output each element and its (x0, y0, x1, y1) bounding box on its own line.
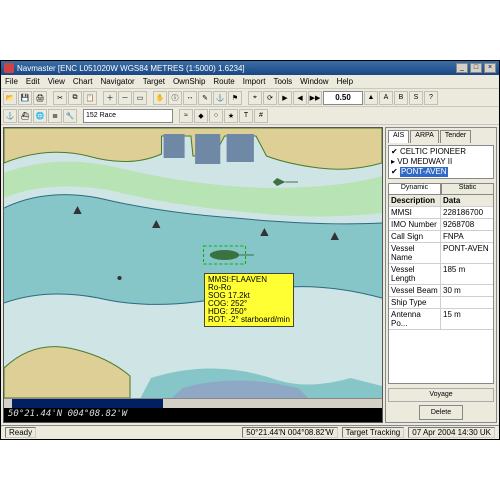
status-mode: Target Tracking (342, 427, 405, 438)
prev-icon[interactable]: ◀ (293, 91, 307, 105)
zoomout-icon[interactable]: － (118, 91, 132, 105)
grid-icon[interactable]: # (254, 109, 268, 123)
delete-button[interactable]: Delete (419, 405, 463, 420)
menu-import[interactable]: Import (243, 77, 266, 86)
maximize-button[interactable]: □ (470, 63, 482, 73)
close-button[interactable]: × (484, 63, 496, 73)
list-item: ✔ PONT-AVEN (391, 167, 491, 177)
nautical-chart (4, 128, 382, 398)
chart-scroll-h[interactable] (4, 398, 382, 408)
beacon-icon[interactable]: ◆ (194, 109, 208, 123)
cut-icon[interactable]: ✂ (53, 91, 67, 105)
minimize-button[interactable]: _ (456, 63, 468, 73)
toggleb-icon[interactable]: B (394, 91, 408, 105)
zoomwin-icon[interactable]: ▭ (133, 91, 147, 105)
buoy-icon[interactable]: ○ (209, 109, 223, 123)
status-pos: 50°21.44'N 004°08.82'W (242, 427, 337, 438)
togglea-icon[interactable]: A (379, 91, 393, 105)
layers-icon[interactable]: ≣ (48, 109, 62, 123)
menu-window[interactable]: Window (300, 77, 328, 86)
scaleup-icon[interactable]: ▲ (364, 91, 378, 105)
depth-icon[interactable]: ≈ (179, 109, 193, 123)
text-icon[interactable]: T (239, 109, 253, 123)
ship-icon[interactable]: ⛴ (18, 109, 32, 123)
menu-ownship[interactable]: OwnShip (173, 77, 205, 86)
coord-readout: 50°21.44'N 004°08.82'W (4, 408, 382, 422)
flag-icon[interactable]: ⚑ (228, 91, 242, 105)
list-item: ▸ VD MEDWAY II (391, 157, 491, 167)
toolbar-1: 📂 💾 🖨 ✂ ⧉ 📋 ＋ － ▭ ✋ ⓘ ↔ ✎ ⚓ ⚑ ⌖ ⟳ ▶ ◀ ▶▶… (1, 89, 499, 107)
open-icon[interactable]: 📂 (3, 91, 17, 105)
menu-tools[interactable]: Tools (273, 77, 292, 86)
status-bar: Ready 50°21.44'N 004°08.82'W Target Trac… (1, 425, 499, 439)
panel-tabs: AIS ARPA Tender (388, 130, 494, 143)
menu-navigator[interactable]: Navigator (100, 77, 134, 86)
toolbar-2: ⚓ ⛴ 🌐 ≣ 🔧 152 Race ≈ ◆ ○ ★ T # (1, 107, 499, 125)
target-panel: AIS ARPA Tender ✔ CELTIC PIONEER ▸ VD ME… (385, 127, 497, 423)
toggles-icon[interactable]: S (409, 91, 423, 105)
grid-hdr-data: Data (441, 195, 493, 206)
globe-icon[interactable]: 🌐 (33, 109, 47, 123)
chart-canvas[interactable]: MMSI:FLAAVEN Ro-Ro SOG 17.2kt COG: 252° … (4, 128, 382, 398)
target-list[interactable]: ✔ CELTIC PIONEER ▸ VD MEDWAY II ✔ PONT-A… (388, 145, 494, 179)
app-window: Navmaster [ENC L051020W WGS84 METRES (1:… (0, 60, 500, 440)
app-icon (4, 63, 14, 73)
zoomin-icon[interactable]: ＋ (103, 91, 117, 105)
workarea: MMSI:FLAAVEN Ro-Ro SOG 17.2kt COG: 252° … (1, 125, 499, 425)
paste-icon[interactable]: 📋 (83, 91, 97, 105)
anchor2-icon[interactable]: ⚓ (3, 109, 17, 123)
titlebar: Navmaster [ENC L051020W WGS84 METRES (1:… (1, 61, 499, 75)
tab-tender[interactable]: Tender (440, 130, 471, 143)
play-icon[interactable]: ▶ (278, 91, 292, 105)
detail-grid[interactable]: DescriptionData MMSI228186700 IMO Number… (388, 194, 494, 384)
next-icon[interactable]: ▶▶ (308, 91, 322, 105)
menu-view[interactable]: View (48, 77, 65, 86)
help-icon[interactable]: ? (424, 91, 438, 105)
list-item: ✔ CELTIC PIONEER (391, 147, 491, 157)
route-select[interactable]: 152 Race (83, 109, 173, 123)
ll-icon[interactable]: ⌖ (248, 91, 262, 105)
chart-panel: MMSI:FLAAVEN Ro-Ro SOG 17.2kt COG: 252° … (3, 127, 383, 423)
status-time: 07 Apr 2004 14:30 UK (408, 427, 495, 438)
menu-help[interactable]: Help (337, 77, 353, 86)
menu-target[interactable]: Target (143, 77, 165, 86)
tt-line6: ROT: -2° starboard/min (208, 316, 290, 324)
copy-icon[interactable]: ⧉ (68, 91, 82, 105)
menu-bar: File Edit View Chart Navigator Target Ow… (1, 75, 499, 89)
print-icon[interactable]: 🖨 (33, 91, 47, 105)
vessel-tooltip: MMSI:FLAAVEN Ro-Ro SOG 17.2kt COG: 252° … (204, 273, 294, 327)
info-icon[interactable]: ⓘ (168, 91, 182, 105)
tab-ais[interactable]: AIS (388, 130, 409, 143)
wrench-icon[interactable]: 🔧 (63, 109, 77, 123)
menu-edit[interactable]: Edit (26, 77, 40, 86)
tab-arpa[interactable]: ARPA (410, 130, 439, 143)
hand-icon[interactable]: ✋ (153, 91, 167, 105)
window-title: Navmaster [ENC L051020W WGS84 METRES (1:… (17, 64, 245, 73)
anchor-icon[interactable]: ⚓ (213, 91, 227, 105)
status-ready: Ready (5, 427, 36, 438)
save-icon[interactable]: 💾 (18, 91, 32, 105)
menu-chart[interactable]: Chart (73, 77, 93, 86)
voyage-section[interactable]: Voyage (388, 388, 494, 402)
mark-icon[interactable]: ✎ (198, 91, 212, 105)
menu-file[interactable]: File (5, 77, 18, 86)
measure-icon[interactable]: ↔ (183, 91, 197, 105)
grid-hdr-desc: Description (389, 195, 441, 206)
scale-value[interactable]: 0.50 (323, 91, 363, 105)
rl-icon[interactable]: ⟳ (263, 91, 277, 105)
menu-route[interactable]: Route (213, 77, 234, 86)
light-icon[interactable]: ★ (224, 109, 238, 123)
